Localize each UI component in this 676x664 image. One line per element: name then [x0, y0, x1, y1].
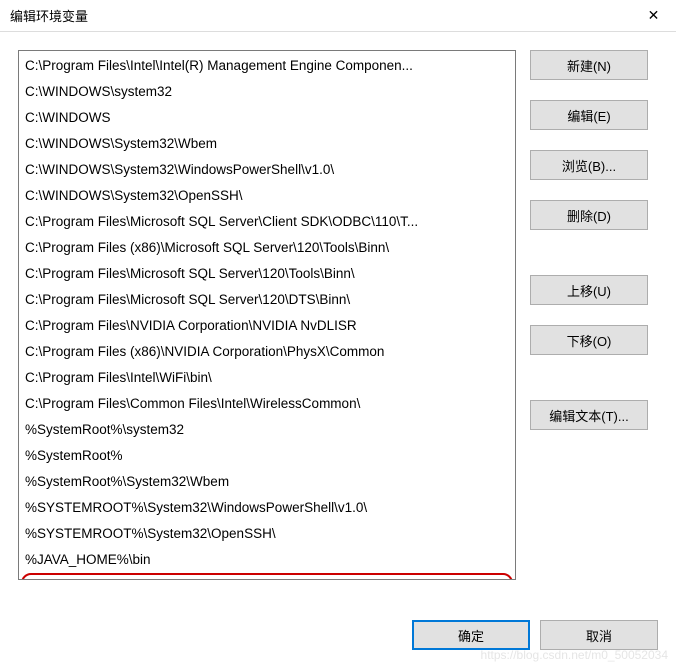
side-buttons: 新建(N) 编辑(E) 浏览(B)... 删除(D) 上移(U) 下移(O) 编… [530, 50, 648, 602]
movedown-button[interactable]: 下移(O) [530, 325, 648, 355]
edittext-button[interactable]: 编辑文本(T)... [530, 400, 648, 430]
list-item[interactable]: C:\Program Files\Intel\Intel(R) Manageme… [19, 53, 515, 79]
dialog-title: 编辑环境变量 [10, 6, 88, 25]
list-item[interactable]: C:\Program Files (x86)\Microsoft SQL Ser… [19, 235, 515, 261]
new-button[interactable]: 新建(N) [530, 50, 648, 80]
path-list-container: C:\Program Files\Intel\Intel(R) Manageme… [18, 50, 516, 580]
list-item[interactable]: %SystemRoot%\system32 [19, 417, 515, 443]
list-item[interactable]: C:\Program Files\Common Files\Intel\Wire… [19, 391, 515, 417]
list-item[interactable]: %SystemRoot% [19, 443, 515, 469]
list-item[interactable]: C:\Program Files\Microsoft SQL Server\Cl… [19, 209, 515, 235]
list-item[interactable]: C:\Program Files\Microsoft SQL Server\12… [19, 261, 515, 287]
edit-button[interactable]: 编辑(E) [530, 100, 648, 130]
list-item[interactable]: C:\WINDOWS\System32\Wbem [19, 131, 515, 157]
list-item[interactable]: %MYSQL_HOME%\bin [21, 573, 513, 579]
list-item[interactable]: C:\WINDOWS [19, 105, 515, 131]
ok-button[interactable]: 确定 [412, 620, 530, 650]
list-item[interactable]: %SystemRoot%\System32\Wbem [19, 469, 515, 495]
delete-button[interactable]: 删除(D) [530, 200, 648, 230]
close-button[interactable]: ✕ [631, 0, 676, 32]
list-item[interactable]: C:\Program Files\Microsoft SQL Server\12… [19, 287, 515, 313]
list-item[interactable]: C:\Program Files (x86)\NVIDIA Corporatio… [19, 339, 515, 365]
list-item[interactable]: C:\Program Files\Intel\WiFi\bin\ [19, 365, 515, 391]
cancel-button[interactable]: 取消 [540, 620, 658, 650]
list-item[interactable]: C:\WINDOWS\System32\OpenSSH\ [19, 183, 515, 209]
dialog-footer: 确定 取消 [412, 620, 658, 650]
close-icon: ✕ [648, 7, 660, 24]
list-item[interactable]: %SYSTEMROOT%\System32\OpenSSH\ [19, 521, 515, 547]
watermark: https://blog.csdn.net/m0_50052034 [481, 648, 668, 662]
content-area: C:\Program Files\Intel\Intel(R) Manageme… [0, 32, 676, 602]
list-item[interactable]: C:\Program Files\NVIDIA Corporation\NVID… [19, 313, 515, 339]
moveup-button[interactable]: 上移(U) [530, 275, 648, 305]
list-item[interactable]: C:\WINDOWS\system32 [19, 79, 515, 105]
browse-button[interactable]: 浏览(B)... [530, 150, 648, 180]
list-item[interactable]: C:\WINDOWS\System32\WindowsPowerShell\v1… [19, 157, 515, 183]
list-item[interactable]: %JAVA_HOME%\bin [19, 547, 515, 573]
list-item[interactable]: %SYSTEMROOT%\System32\WindowsPowerShell\… [19, 495, 515, 521]
titlebar: 编辑环境变量 ✕ [0, 0, 676, 32]
path-list[interactable]: C:\Program Files\Intel\Intel(R) Manageme… [19, 51, 515, 579]
